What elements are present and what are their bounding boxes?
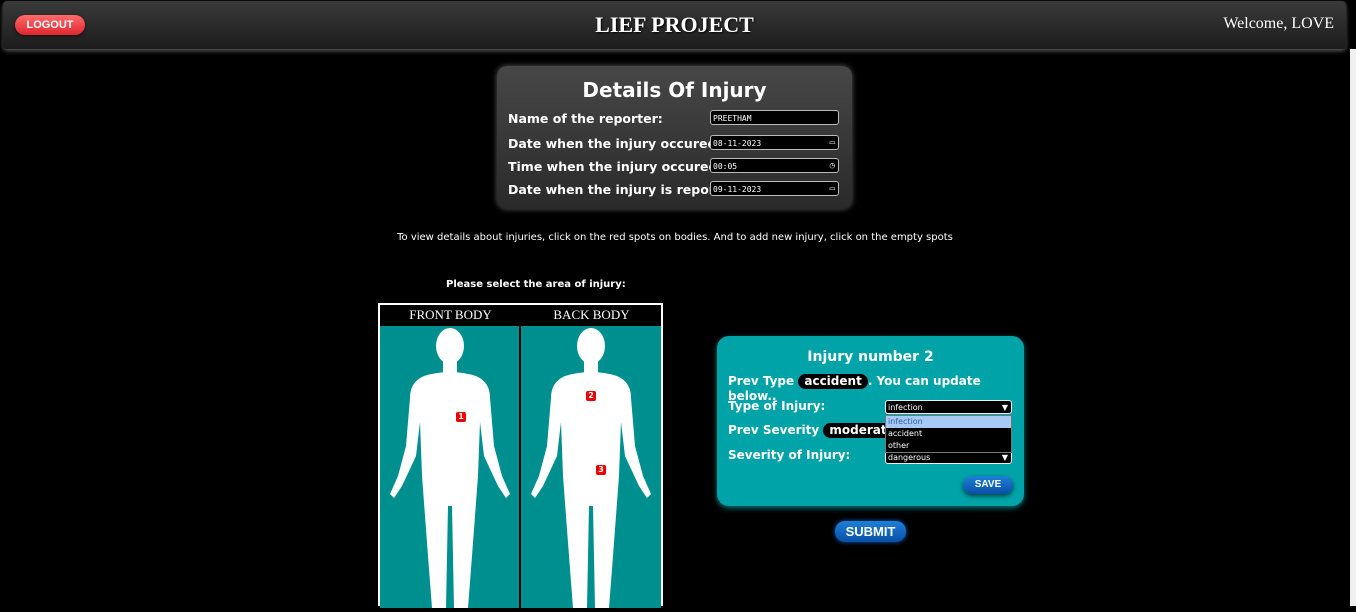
severity-selected: dangerous: [888, 453, 931, 462]
time-occurred-input[interactable]: 00:05 ◷: [710, 158, 839, 173]
time-occurred-label: Time when the injury occured:: [508, 159, 723, 174]
details-card: Details Of Injury Name of the reporter: …: [497, 66, 852, 209]
type-option[interactable]: infection: [886, 416, 1011, 428]
date-occurred-input[interactable]: 08-11-2023 ▭: [710, 135, 839, 150]
back-body-area[interactable]: [521, 326, 661, 608]
page-scrollbar[interactable]: [1350, 49, 1356, 606]
type-dropdown-list: infection accident other: [885, 415, 1012, 453]
front-body-silhouette[interactable]: [380, 326, 519, 608]
prev-type-badge: accident: [798, 374, 868, 389]
type-selected: infection: [888, 403, 923, 412]
select-area-label: Please select the area of injury:: [446, 279, 626, 290]
date-reported-label: Date when the injury is reported:: [508, 182, 744, 197]
reporter-value: PREETHAM: [713, 114, 752, 123]
welcome-text: Welcome, LOVE: [1223, 15, 1334, 32]
chevron-down-icon: ▼: [1001, 403, 1008, 412]
front-body-label: FRONT BODY: [409, 307, 492, 322]
injury-card: Injury number 2 Prev Type accident. You …: [717, 336, 1024, 506]
top-header: LOGOUT LIEF PROJECT Welcome, LOVE: [3, 1, 1346, 49]
details-title: Details Of Injury: [582, 78, 767, 102]
front-body-area[interactable]: [380, 326, 519, 608]
date-reported-value: 09-11-2023: [713, 185, 762, 194]
save-button[interactable]: SAVE: [963, 476, 1013, 494]
back-body-label: BACK BODY: [553, 307, 630, 322]
reporter-label: Name of the reporter:: [508, 111, 663, 126]
type-option[interactable]: accident: [886, 428, 1011, 440]
type-select[interactable]: infection ▼: [885, 400, 1012, 414]
injury-title: Injury number 2: [807, 349, 934, 365]
time-occurred-value: 00:05: [713, 162, 738, 171]
info-text: To view details about injuries, click on…: [397, 232, 953, 243]
injury-spot-2[interactable]: 2: [586, 391, 596, 401]
date-occurred-value: 08-11-2023: [713, 139, 762, 148]
calendar-icon[interactable]: ▭: [830, 182, 835, 197]
severity-label: Severity of Injury:: [728, 448, 851, 462]
submit-button[interactable]: SUBMIT: [835, 521, 906, 542]
date-reported-input[interactable]: 09-11-2023 ▭: [710, 181, 839, 196]
calendar-icon[interactable]: ▭: [830, 136, 835, 151]
app-title: LIEF PROJECT: [595, 12, 754, 37]
date-occurred-label: Date when the injury occured:: [508, 136, 722, 151]
reporter-input[interactable]: PREETHAM: [710, 110, 839, 125]
injury-spot-3[interactable]: 3: [596, 465, 606, 475]
back-body-silhouette[interactable]: [521, 326, 661, 608]
type-option[interactable]: other: [886, 440, 1011, 452]
prev-severity-prefix: Prev Severity: [728, 423, 820, 437]
type-label: Type of Injury:: [728, 399, 826, 413]
clock-icon[interactable]: ◷: [830, 159, 835, 174]
prev-type-prefix: Prev Type: [728, 374, 795, 388]
body-panel: FRONT BODY BACK BODY 1 2 3: [378, 303, 663, 608]
injury-spot-1[interactable]: 1: [456, 412, 466, 422]
